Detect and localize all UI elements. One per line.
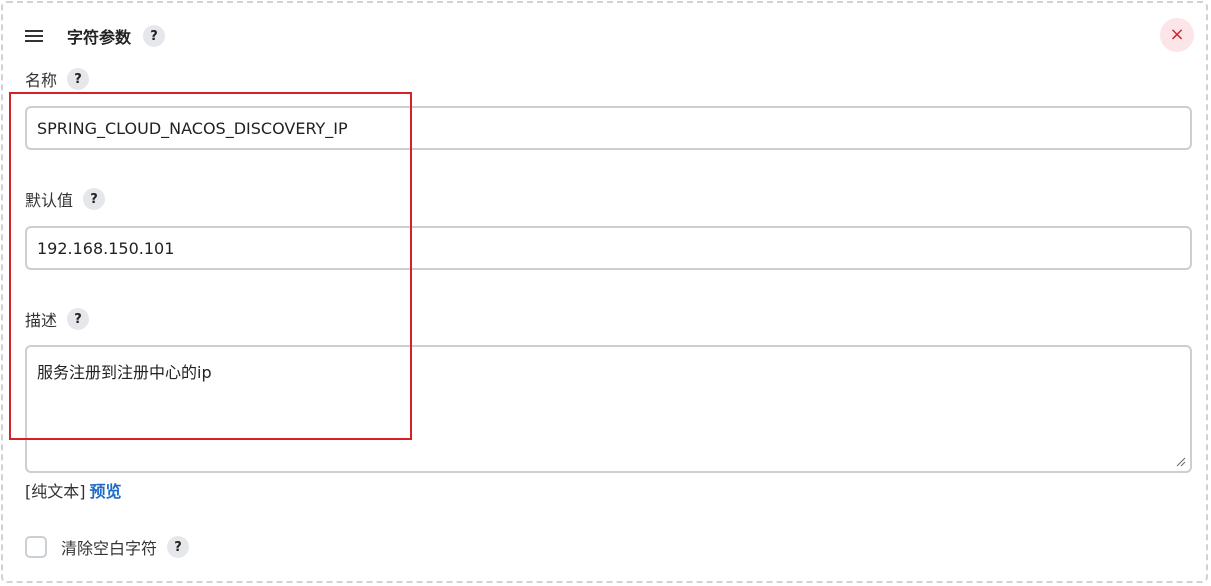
default-label: 默认值	[25, 191, 74, 210]
section-header: 字符参数 ?	[25, 23, 166, 49]
string-parameter-panel: 字符参数 ? × 名称 ? SPRING_CLOUD_NACOS_DISCOVE…	[1, 1, 1208, 583]
default-value-text: 192.168.150.101	[37, 238, 175, 258]
description-textarea[interactable]: 服务注册到注册中心的ip	[25, 345, 1192, 473]
default-value-input[interactable]: 192.168.150.101	[25, 226, 1192, 270]
default-label-row: 默认值 ?	[25, 187, 106, 211]
format-links: [纯文本] 预览	[25, 478, 122, 502]
resize-handle-icon[interactable]	[1176, 457, 1186, 467]
trim-label[interactable]: 清除空白字符	[61, 535, 157, 559]
name-input-value: SPRING_CLOUD_NACOS_DISCOVERY_IP	[37, 118, 348, 138]
description-label-row: 描述 ?	[25, 307, 90, 331]
trim-help-icon[interactable]: ?	[167, 536, 190, 558]
name-input[interactable]: SPRING_CLOUD_NACOS_DISCOVERY_IP	[25, 106, 1192, 150]
drag-handle-icon[interactable]	[25, 30, 43, 42]
default-help-icon[interactable]: ?	[83, 188, 106, 210]
name-help-icon[interactable]: ?	[67, 68, 90, 90]
description-label: 描述	[25, 311, 58, 330]
close-button[interactable]: ×	[1160, 18, 1194, 52]
description-text: 服务注册到注册中心的ip	[37, 363, 212, 382]
help-icon[interactable]: ?	[143, 25, 166, 47]
trim-option-row: 清除空白字符 ?	[25, 535, 190, 559]
name-label-row: 名称 ?	[25, 67, 90, 91]
name-label: 名称	[25, 71, 58, 90]
description-help-icon[interactable]: ?	[67, 308, 90, 330]
section-title: 字符参数	[67, 28, 132, 47]
trim-checkbox[interactable]	[25, 536, 47, 558]
plain-text-label: [纯文本]	[25, 482, 86, 501]
close-icon: ×	[1169, 24, 1185, 45]
preview-link[interactable]: 预览	[90, 482, 122, 501]
